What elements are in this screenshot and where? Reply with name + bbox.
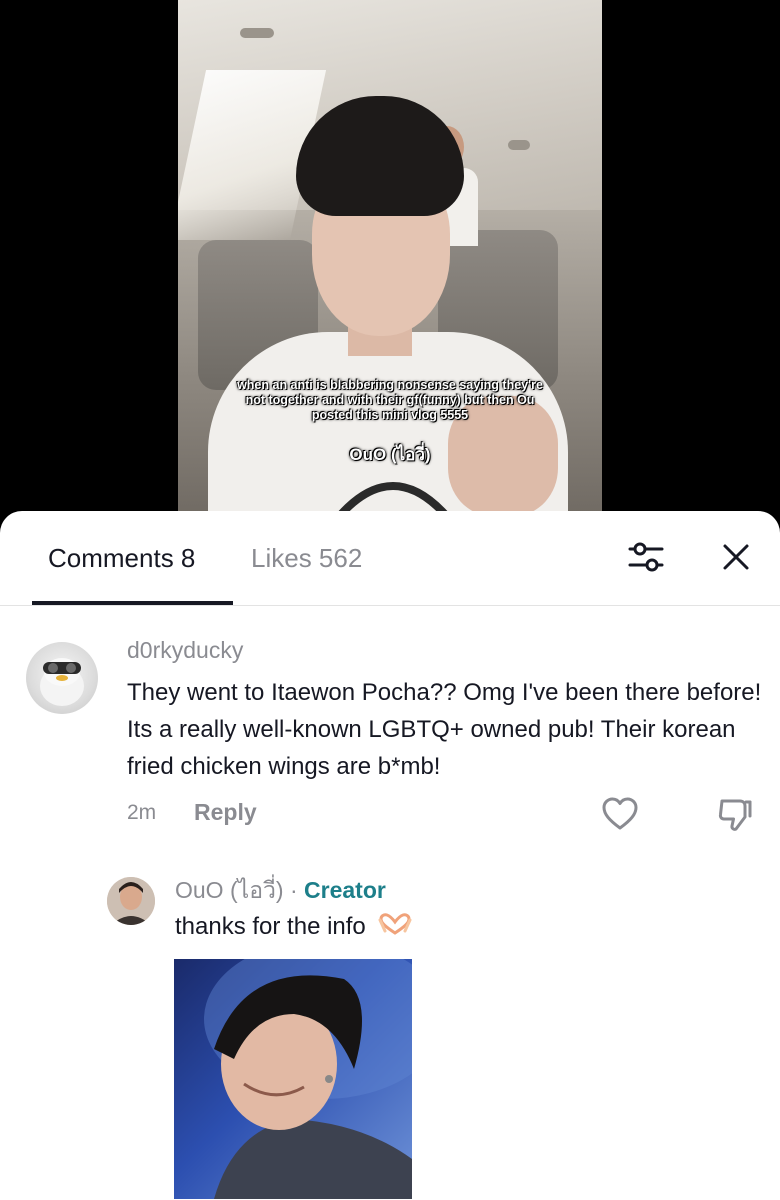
person-hair: [296, 96, 464, 216]
close-icon: [723, 544, 749, 570]
person-photo-icon: [204, 959, 412, 1199]
air-vent: [240, 28, 274, 38]
sliders-icon: [628, 542, 664, 572]
filter-button[interactable]: [626, 537, 666, 577]
creator-name: OuO (ไอวี่): [175, 877, 284, 903]
comment-text: They went to Itaewon Pocha?? Omg I've be…: [127, 679, 762, 780]
comments-sheet: Comments 8 Likes 562 d0rkyducky They wen…: [0, 511, 780, 1200]
tab-likes[interactable]: Likes 562: [251, 543, 362, 574]
creator-avatar-icon: [107, 877, 155, 925]
avatar[interactable]: [107, 877, 155, 925]
duck-avatar-icon: [40, 658, 84, 706]
heart-outline-icon: [602, 797, 638, 830]
reply-button[interactable]: Reply: [194, 799, 257, 826]
sheet-tabs: Comments 8 Likes 562: [0, 511, 780, 606]
video-caption: when an anti is blabbering nonsense sayi…: [237, 378, 543, 422]
active-tab-indicator: [32, 601, 233, 605]
heart-hands-emoji: [378, 913, 412, 935]
creator-badge: Creator: [304, 877, 386, 903]
tab-comments[interactable]: Comments 8: [48, 543, 195, 574]
thumbs-down-icon: [718, 799, 752, 831]
comment-time: 2m: [127, 801, 157, 824]
reply-attached-image[interactable]: [174, 959, 412, 1199]
comment-username[interactable]: d0rkyducky: [127, 637, 243, 664]
video-player[interactable]: when an anti is blabbering nonsense sayi…: [0, 0, 780, 540]
reply-text: thanks for the info: [175, 913, 412, 941]
avatar[interactable]: [26, 642, 98, 714]
name-separator: ·: [283, 877, 305, 903]
video-frame[interactable]: when an anti is blabbering nonsense sayi…: [178, 0, 602, 540]
close-button[interactable]: [716, 537, 756, 577]
reply-username[interactable]: OuO (ไอวี่) · Creator: [175, 873, 386, 909]
reply-text-content: thanks for the info: [175, 913, 366, 940]
like-button[interactable]: [601, 795, 639, 833]
video-creator-tag: OuO (ไอวี่): [349, 445, 431, 464]
dislike-button[interactable]: [716, 795, 754, 833]
